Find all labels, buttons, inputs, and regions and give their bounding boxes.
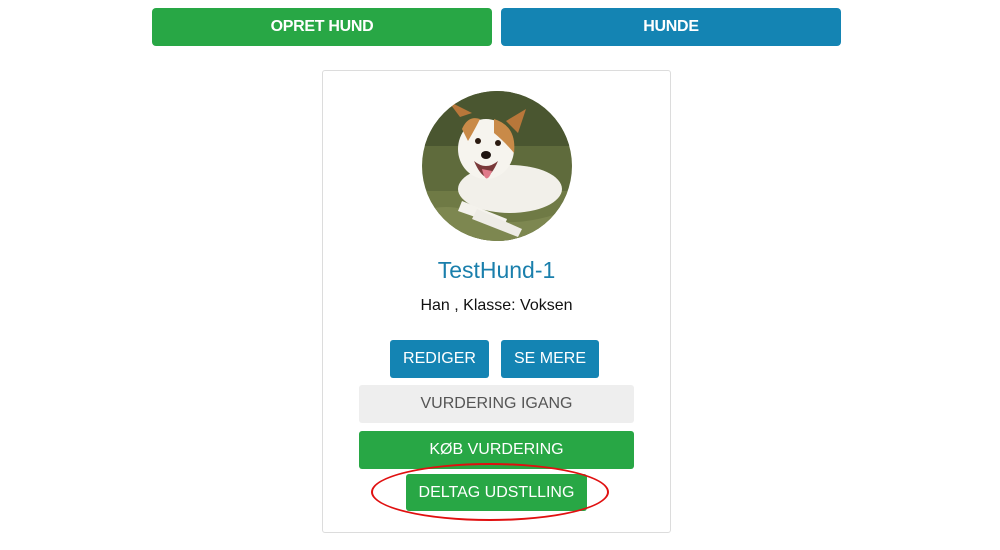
edit-button[interactable]: REDIGER <box>390 340 489 378</box>
dog-photo-image <box>422 91 572 241</box>
dog-card: TestHund-1 Han , Klasse: Voksen REDIGER … <box>322 70 671 533</box>
buy-evaluation-button[interactable]: KØB VURDERING <box>359 431 634 469</box>
dog-name[interactable]: TestHund-1 <box>323 257 670 284</box>
create-dog-button[interactable]: OPRET HUND <box>152 8 492 46</box>
dogs-button[interactable]: HUNDE <box>501 8 841 46</box>
dog-info: Han , Klasse: Voksen <box>420 297 573 314</box>
join-exhibition-button[interactable]: DELTAG UDSTLLING <box>406 474 587 511</box>
dog-avatar <box>422 91 572 241</box>
evaluation-status-badge: VURDERING IGANG <box>359 385 634 423</box>
top-navigation: OPRET HUND HUNDE <box>0 8 1000 46</box>
see-more-button[interactable]: SE MERE <box>501 340 599 378</box>
